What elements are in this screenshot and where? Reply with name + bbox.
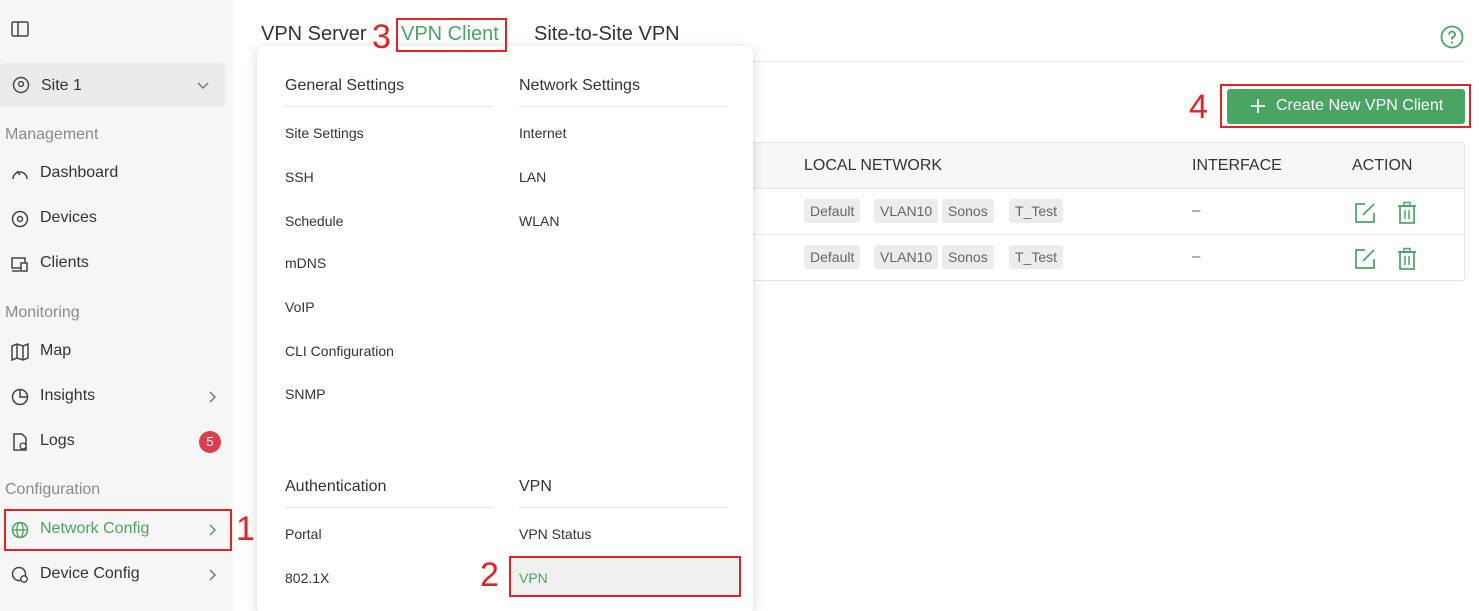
annotation-number-1: 1 xyxy=(236,510,255,548)
menu-item-ssh[interactable]: SSH xyxy=(285,169,314,185)
column-header-action: ACTION xyxy=(1352,157,1413,174)
table-header: LOCAL NETWORK INTERFACE ACTION xyxy=(741,143,1464,189)
site-label: Site 1 xyxy=(41,77,82,94)
sidebar-item-device-config[interactable]: Device Config xyxy=(0,555,225,595)
device-gear-icon xyxy=(10,565,30,585)
menu-item-vpn-status[interactable]: VPN Status xyxy=(519,526,591,542)
chevron-right-icon xyxy=(205,390,219,409)
logs-count-badge: 5 xyxy=(199,431,221,453)
pie-chart-icon xyxy=(10,387,30,407)
menu-heading-authentication: Authentication xyxy=(285,478,387,495)
sidebar-item-devices[interactable]: Devices xyxy=(0,199,225,239)
sidebar-toggle-icon[interactable] xyxy=(10,19,30,39)
network-tag: Sonos xyxy=(942,199,994,223)
tab-vpn-server[interactable]: VPN Server xyxy=(261,23,367,46)
menu-item-mdns[interactable]: mDNS xyxy=(285,255,326,271)
sidebar-item-dashboard[interactable]: Dashboard xyxy=(0,154,225,194)
menu-item-wlan[interactable]: WLAN xyxy=(519,213,559,229)
network-tag: Default xyxy=(804,199,861,223)
chevron-down-icon xyxy=(196,78,210,97)
annotation-box-3 xyxy=(396,18,507,52)
annotation-box-2 xyxy=(509,556,741,597)
gauge-icon xyxy=(10,164,30,184)
menu-item-snmp[interactable]: SNMP xyxy=(285,386,325,402)
help-icon[interactable] xyxy=(1440,25,1464,49)
section-configuration: Configuration xyxy=(5,481,101,498)
delete-icon[interactable] xyxy=(1396,201,1418,230)
annotation-number-2: 2 xyxy=(480,556,499,594)
sidebar-item-label: Clients xyxy=(40,254,89,271)
network-tag: VLAN10 xyxy=(874,245,939,269)
interface-value: – xyxy=(1192,248,1201,265)
table-row: Default VLAN10 Sonos T_Test – xyxy=(741,235,1464,281)
edit-icon[interactable] xyxy=(1353,247,1377,276)
logs-icon xyxy=(10,432,30,452)
table-row: Default VLAN10 Sonos T_Test – xyxy=(741,189,1464,235)
menu-item-cli-configuration[interactable]: CLI Configuration xyxy=(285,343,394,359)
menu-heading-network-settings: Network Settings xyxy=(519,77,640,94)
map-icon xyxy=(10,342,30,362)
menu-item-internet[interactable]: Internet xyxy=(519,125,566,141)
interface-value: – xyxy=(1192,202,1201,219)
sidebar-item-label: Logs xyxy=(40,432,75,449)
sidebar-item-clients[interactable]: Clients xyxy=(0,244,225,284)
sidebar-item-label: Devices xyxy=(40,209,97,226)
network-tag: T_Test xyxy=(1009,199,1064,223)
chevron-right-icon xyxy=(205,568,219,587)
site-selector[interactable]: Site 1 xyxy=(0,63,225,107)
sidebar-item-label: Map xyxy=(40,342,72,359)
annotation-box-1 xyxy=(4,509,232,551)
menu-divider xyxy=(285,106,493,107)
menu-divider xyxy=(285,507,493,508)
menu-divider xyxy=(519,106,727,107)
tab-site-to-site-vpn[interactable]: Site-to-Site VPN xyxy=(534,23,680,46)
network-tag: Sonos xyxy=(942,245,994,269)
network-tag: T_Test xyxy=(1009,245,1064,269)
menu-item-portal[interactable]: Portal xyxy=(285,526,322,542)
sidebar-item-label: Device Config xyxy=(40,565,140,582)
network-config-menu: General Settings Site Settings SSH Sched… xyxy=(257,46,753,611)
section-management: Management xyxy=(5,126,99,143)
section-monitoring: Monitoring xyxy=(5,304,80,321)
menu-item-schedule[interactable]: Schedule xyxy=(285,213,343,229)
sidebar-item-label: Insights xyxy=(40,387,96,404)
clients-icon xyxy=(10,254,30,274)
network-tag: Default xyxy=(804,245,861,269)
menu-item-8021x[interactable]: 802.1X xyxy=(285,570,329,586)
column-header-interface: INTERFACE xyxy=(1192,157,1282,174)
annotation-number-4: 4 xyxy=(1189,88,1208,126)
menu-item-site-settings[interactable]: Site Settings xyxy=(285,125,364,141)
menu-item-lan[interactable]: LAN xyxy=(519,169,546,185)
sidebar-item-insights[interactable]: Insights xyxy=(0,377,225,417)
vpn-client-table: LOCAL NETWORK INTERFACE ACTION Default V… xyxy=(740,142,1465,281)
edit-icon[interactable] xyxy=(1353,201,1377,230)
menu-item-voip[interactable]: VoIP xyxy=(285,299,315,315)
devices-icon xyxy=(10,209,30,229)
menu-heading-general-settings: General Settings xyxy=(285,77,405,94)
annotation-box-4 xyxy=(1220,84,1471,128)
menu-heading-vpn: VPN xyxy=(519,478,552,495)
location-pin-icon xyxy=(12,76,30,99)
network-tag: VLAN10 xyxy=(874,199,939,223)
sidebar-item-label: Dashboard xyxy=(40,164,119,181)
delete-icon[interactable] xyxy=(1396,247,1418,276)
sidebar-item-map[interactable]: Map xyxy=(0,332,225,372)
column-header-local-network: LOCAL NETWORK xyxy=(804,157,943,174)
annotation-number-3: 3 xyxy=(372,18,391,56)
sidebar-item-logs[interactable]: Logs 5 xyxy=(0,422,225,462)
menu-divider xyxy=(519,507,727,508)
